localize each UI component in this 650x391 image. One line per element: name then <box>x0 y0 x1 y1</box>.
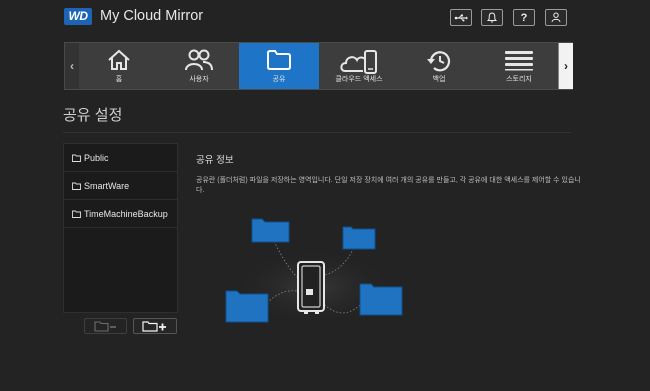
nav-label-home: 홈 <box>115 76 123 83</box>
user-menu-button[interactable] <box>545 9 567 26</box>
nav-item-users[interactable]: 사용자 <box>159 43 239 89</box>
share-item-label: TimeMachineBackup <box>84 208 168 219</box>
share-diagram <box>225 218 403 325</box>
backup-icon <box>427 51 451 72</box>
folder-icon <box>72 182 81 190</box>
home-icon <box>108 49 130 70</box>
folder-icon <box>72 210 81 218</box>
folder-plus-icon <box>142 321 166 332</box>
nav-item-backup[interactable]: 백업 <box>399 43 479 89</box>
nav-label-shares: 공유 <box>272 76 286 83</box>
help-button[interactable]: ? <box>513 9 535 26</box>
chevron-right-icon: › <box>564 59 568 73</box>
nav-label-cloud-access: 클라우드 액세스 <box>335 76 383 83</box>
nav-item-cloud-access[interactable]: 클라우드 액세스 <box>319 43 399 89</box>
page-title: 공유 설정 <box>63 107 123 124</box>
cloud-access-icon <box>340 50 377 74</box>
app-title: My Cloud Mirror <box>100 8 204 24</box>
nav-label-users: 사용자 <box>189 76 209 83</box>
info-heading: 공유 정보 <box>196 155 234 166</box>
folder-icon-1 <box>251 218 290 243</box>
user-icon <box>551 12 561 23</box>
main-nav: ‹ 홈 사용자 공유 클라우드 액세스 백업 스토리지 › <box>64 42 573 90</box>
header: WD My Cloud Mirror ? <box>0 0 650 36</box>
users-icon <box>185 49 213 71</box>
share-item-label: Public <box>84 152 109 163</box>
help-icon: ? <box>520 11 528 24</box>
nav-label-backup: 백업 <box>432 76 446 83</box>
bell-icon <box>487 12 497 23</box>
folder-minus-icon <box>93 321 116 332</box>
nav-label-storage: 스토리지 <box>506 76 532 83</box>
notifications-button[interactable] <box>481 9 503 26</box>
folder-icon-4 <box>359 283 403 316</box>
share-item-smartware[interactable]: SmartWare <box>64 172 177 200</box>
storage-icon <box>505 51 533 71</box>
folder-icon <box>72 154 81 162</box>
folder-icon-2 <box>342 226 376 250</box>
add-share-button[interactable] <box>133 318 177 334</box>
divider <box>63 132 571 133</box>
nav-scroll-left[interactable]: ‹ <box>65 43 79 89</box>
usb-button[interactable] <box>450 9 472 26</box>
nav-item-shares[interactable]: 공유 <box>239 43 319 89</box>
share-item-timemachinebackup[interactable]: TimeMachineBackup <box>64 200 177 228</box>
chevron-left-icon: ‹ <box>70 59 74 73</box>
remove-share-button[interactable] <box>84 318 127 334</box>
info-description: 공유란 (폴더처럼) 파일을 저장하는 영역입니다. 단일 저장 장치에 여러 … <box>196 177 581 194</box>
share-item-public[interactable]: Public <box>64 144 177 172</box>
wd-logo: WD <box>64 8 92 25</box>
usb-icon <box>454 14 468 21</box>
nav-item-storage[interactable]: 스토리지 <box>479 43 559 89</box>
share-item-label: SmartWare <box>84 180 130 191</box>
share-list: Public SmartWare TimeMachineBackup <box>63 143 178 313</box>
nav-scroll-right[interactable]: › <box>558 43 573 89</box>
folder-icon <box>267 50 291 70</box>
nas-device-icon <box>297 261 325 314</box>
folder-icon-3 <box>225 290 269 323</box>
nav-item-home[interactable]: 홈 <box>79 43 159 89</box>
